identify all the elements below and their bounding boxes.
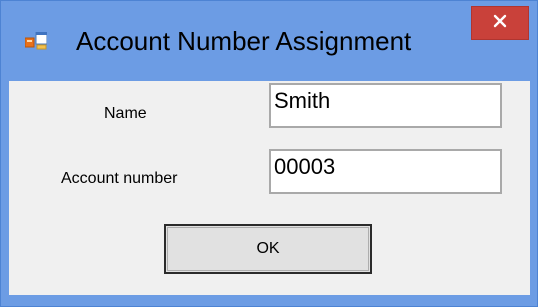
title-bar[interactable]: Account Number Assignment xyxy=(1,1,537,81)
dialog-window: Account Number Assignment Name Smith Acc… xyxy=(0,0,538,307)
name-input[interactable]: Smith xyxy=(269,83,502,128)
form-window-icon xyxy=(24,31,48,50)
account-number-label: Account number xyxy=(61,170,178,187)
close-button[interactable] xyxy=(471,6,529,40)
account-number-input[interactable]: 00003 xyxy=(269,149,502,194)
ok-button[interactable]: OK xyxy=(164,224,372,274)
name-label: Name xyxy=(104,105,147,122)
close-icon xyxy=(493,14,507,33)
window-title: Account Number Assignment xyxy=(76,26,412,56)
dialog-client-area: Name Smith Account number 00003 OK xyxy=(9,81,530,295)
